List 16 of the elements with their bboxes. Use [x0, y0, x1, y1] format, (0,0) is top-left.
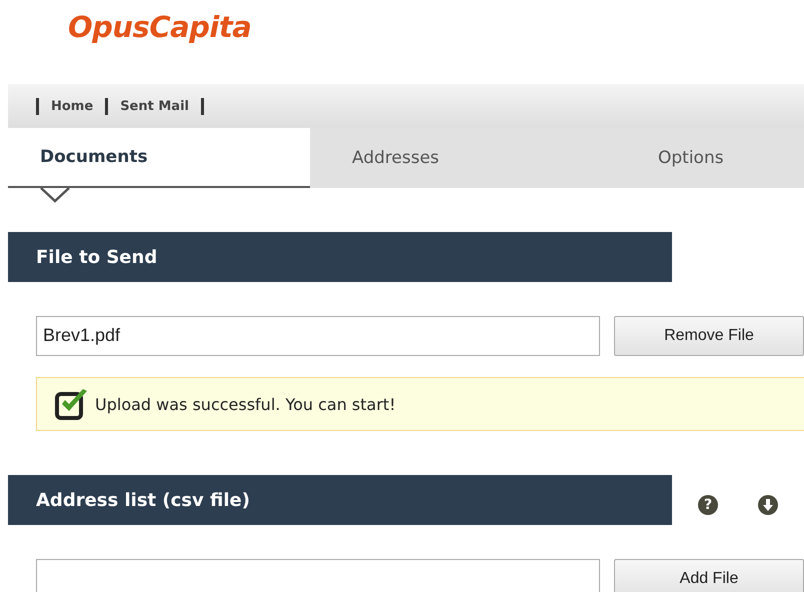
download-icon[interactable] — [758, 495, 778, 515]
nav-link[interactable]: Sent Mail — [120, 98, 189, 114]
section-header: Address list (csv file) — [8, 475, 672, 525]
tab[interactable]: Addresses — [310, 128, 598, 188]
tab[interactable]: Options — [598, 128, 724, 188]
section-header: File to Send — [8, 232, 672, 282]
add-file-button[interactable]: Add File — [614, 559, 804, 592]
checkmark-icon — [55, 388, 89, 420]
logo: OpusCapita — [68, 10, 252, 46]
help-icon[interactable]: ? — [698, 495, 718, 515]
success-message: Upload was successful. You can start! — [95, 394, 396, 414]
file-field[interactable]: Brev1.pdf — [36, 316, 600, 356]
nav-link[interactable]: Home — [51, 98, 94, 114]
remove-file-button[interactable]: Remove File — [614, 316, 804, 356]
pointer-icon — [40, 187, 70, 203]
address-file-field[interactable] — [36, 559, 600, 592]
